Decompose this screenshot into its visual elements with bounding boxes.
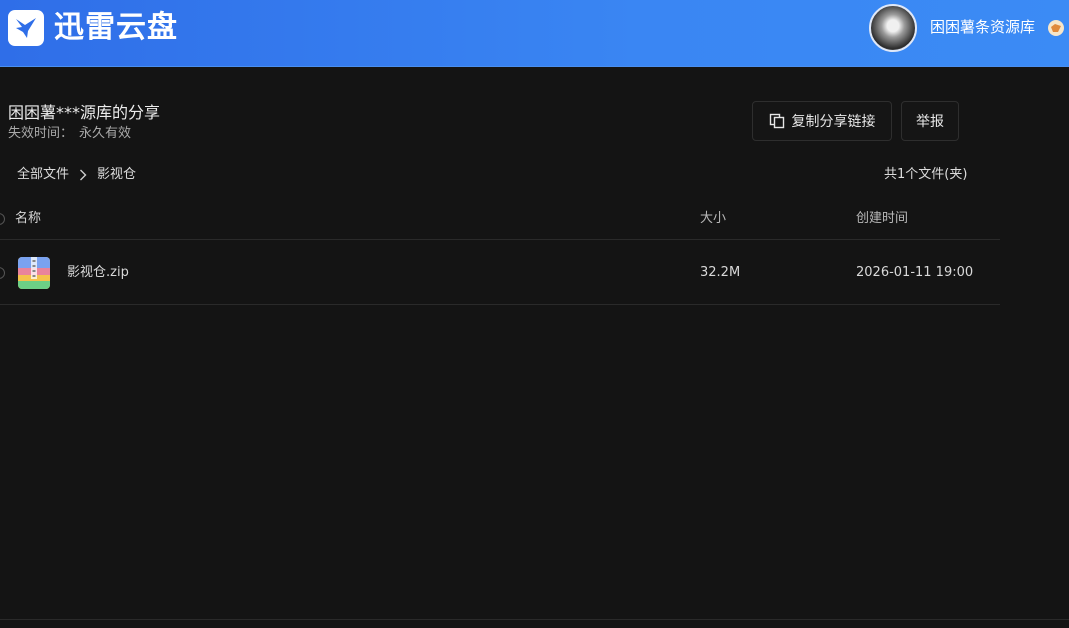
vip-badge-icon: [1048, 20, 1064, 36]
xunlei-logo-icon[interactable]: [8, 10, 44, 46]
brand-name[interactable]: 迅雷云盘: [54, 9, 178, 47]
zip-file-icon: [18, 257, 50, 289]
expire-value: 永久有效: [79, 126, 132, 141]
select-all-checkbox[interactable]: [0, 213, 5, 225]
table-header: 名称 大小 创建时间: [0, 200, 1000, 240]
file-count: 共1个文件(夹): [884, 167, 968, 182]
report-button[interactable]: 举报: [901, 101, 959, 141]
avatar[interactable]: [869, 4, 917, 52]
file-name[interactable]: 影视仓.zip: [67, 264, 129, 282]
share-title: 困困薯***源库的分享: [8, 103, 161, 122]
file-created-time: 2026-01-11 19:00: [856, 265, 974, 280]
copy-icon: [769, 113, 784, 129]
breadcrumb-current: 影视仓: [97, 167, 137, 182]
expire-label: 失效时间：: [8, 126, 74, 141]
copy-share-link-label: 复制分享链接: [791, 114, 876, 130]
divider: [0, 619, 1069, 620]
table-row[interactable]: 影视仓.zip 32.2M 2026-01-11 19:00: [0, 241, 1000, 305]
username[interactable]: 困困薯条资源库: [930, 17, 1035, 37]
chevron-right-icon: [80, 169, 87, 181]
row-checkbox[interactable]: [0, 267, 5, 279]
column-name-header[interactable]: 名称: [15, 210, 41, 228]
copy-share-link-button[interactable]: 复制分享链接: [752, 101, 892, 141]
breadcrumb-root-link[interactable]: 全部文件: [17, 166, 69, 184]
column-created-header[interactable]: 创建时间: [856, 210, 908, 228]
column-size-header[interactable]: 大小: [700, 210, 726, 228]
top-header: 迅雷云盘 困困薯条资源库: [0, 0, 1069, 67]
report-label: 举报: [916, 114, 944, 130]
file-size: 32.2M: [700, 265, 741, 280]
